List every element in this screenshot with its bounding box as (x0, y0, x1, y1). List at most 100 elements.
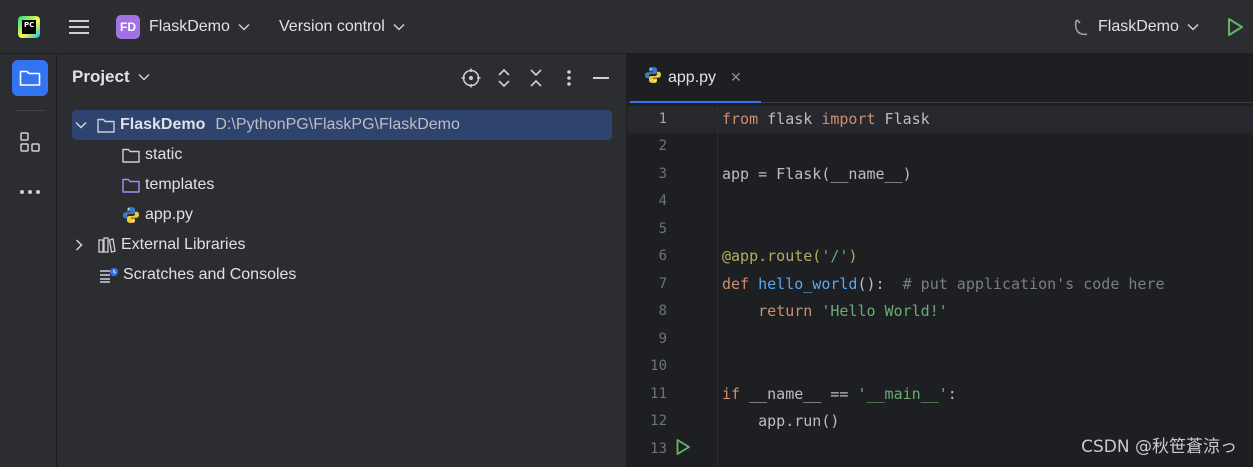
run-configuration-selector[interactable]: FlaskDemo (1072, 0, 1199, 54)
code-line: app = Flask(__name__) (722, 161, 912, 188)
comment: # put application's code here (902, 275, 1165, 293)
python-file-icon (644, 66, 662, 89)
project-name: FlaskDemo (149, 18, 230, 35)
chevron-down-icon (138, 73, 150, 81)
template-folder-icon (121, 175, 141, 195)
code-text: __name__ == (740, 385, 858, 403)
hide-panel-button[interactable] (591, 68, 611, 88)
project-view-selector[interactable]: Project (72, 67, 150, 87)
line-number: 13 (650, 441, 667, 457)
app-logo[interactable]: PC (18, 0, 44, 54)
line-number: 5 (658, 221, 667, 237)
line-number: 2 (658, 138, 667, 154)
collapse-all-button[interactable] (526, 68, 546, 88)
options-button[interactable] (559, 68, 579, 88)
run-play-icon (676, 439, 690, 455)
run-button[interactable] (1226, 0, 1244, 54)
current-line-highlight (627, 106, 1253, 133)
logo-text: PC (22, 20, 36, 34)
line-number: 10 (650, 358, 667, 374)
version-control-menu[interactable]: Version control (279, 0, 405, 54)
folder-icon (19, 70, 41, 86)
line-number: 6 (658, 248, 667, 264)
line-number-gutter: 1 2 3 4 5 6 7 8 9 10 11 12 13 (627, 103, 717, 467)
more-tools-button[interactable] (12, 174, 48, 210)
project-tool-button[interactable] (12, 60, 48, 96)
project-switcher[interactable]: FD FlaskDemo (116, 0, 250, 54)
python-run-config-icon (1074, 19, 1088, 36)
collapse-all-icon (530, 69, 542, 87)
project-panel-header: Project (57, 54, 627, 102)
run-gutter-button[interactable] (675, 438, 691, 461)
tree-item-app-py[interactable]: app.py (121, 200, 193, 230)
code-text: : (947, 385, 957, 403)
folder-icon (121, 145, 141, 165)
main-menu-button[interactable] (68, 0, 92, 54)
editor-area: app.py ✕ 1 2 3 4 5 6 7 8 9 10 11 12 13 f… (627, 54, 1253, 467)
title-bar: PC FD FlaskDemo Version control FlaskDem… (0, 0, 1253, 54)
tree-item-templates[interactable]: templates (121, 170, 214, 200)
string-literal: '/' (821, 247, 849, 265)
tree-item-project-root[interactable]: FlaskDemo D:\PythonPG\FlaskPG\FlaskDemo (72, 110, 612, 140)
close-icon[interactable]: ✕ (730, 69, 742, 86)
code-line: app.run() (722, 408, 839, 435)
keyword: return (758, 302, 813, 320)
project-tool-window: Project FlaskDemo D:\PythonPG\FlaskPG\Fl… (57, 54, 627, 467)
tab-label: app.py (668, 68, 717, 86)
library-icon (97, 235, 117, 255)
strip-divider (15, 110, 45, 111)
run-config-name: FlaskDemo (1098, 18, 1179, 35)
chevron-down-icon (75, 121, 87, 129)
structure-tool-button[interactable] (12, 124, 48, 160)
line-number: 9 (658, 331, 667, 347)
editor-tab-bar: app.py ✕ (627, 54, 1253, 103)
tree-label: External Libraries (121, 236, 246, 253)
code-line: if __name__ == '__main__': (722, 381, 957, 408)
line-number: 8 (658, 303, 667, 319)
tree-label: Scratches and Consoles (123, 266, 297, 283)
decorator: ) (848, 247, 858, 265)
code-text: app = Flask(__name__) (722, 165, 912, 183)
hamburger-menu-icon (69, 20, 89, 34)
python-file-icon (121, 205, 141, 225)
project-badge: FD (116, 15, 140, 39)
crosshair-icon (461, 68, 481, 88)
tree-item-scratches[interactable]: Scratches and Consoles (99, 260, 296, 290)
code-text: Flask (875, 110, 930, 128)
keyword: if (722, 385, 741, 403)
minimize-icon (593, 77, 609, 79)
gutter-separator (717, 103, 718, 467)
chevron-down-icon (1187, 23, 1199, 31)
line-number: 7 (658, 276, 667, 292)
code-line: def hello_world(): # put application's c… (722, 271, 1165, 298)
run-play-icon (1228, 18, 1243, 36)
line-number: 12 (650, 413, 667, 429)
more-horizontal-icon (20, 190, 40, 194)
folder-icon (96, 115, 116, 135)
line-number: 1 (658, 111, 667, 127)
tree-item-static[interactable]: static (121, 140, 182, 170)
expand-all-button[interactable] (494, 68, 514, 88)
tree-label: app.py (145, 206, 194, 223)
tree-label: templates (145, 176, 215, 193)
version-control-label: Version control (279, 18, 385, 35)
chevron-down-icon (393, 23, 405, 31)
project-panel-title: Project (72, 67, 130, 86)
function-name: hello_world (758, 275, 858, 293)
decorator: @app.route( (722, 247, 822, 265)
line-number: 3 (658, 166, 667, 182)
chevron-right-icon (75, 239, 83, 251)
tree-label: static (145, 146, 183, 163)
code-text: flask (758, 110, 822, 128)
tree-item-external-libraries[interactable]: External Libraries (75, 230, 246, 260)
locate-file-button[interactable] (461, 68, 481, 88)
scratches-icon (99, 265, 119, 285)
line-number: 4 (658, 193, 667, 209)
editor-tab-app-py[interactable]: app.py ✕ (630, 54, 761, 103)
keyword: from (722, 110, 759, 128)
tool-window-strip (0, 54, 57, 467)
keyword: def (722, 275, 750, 293)
